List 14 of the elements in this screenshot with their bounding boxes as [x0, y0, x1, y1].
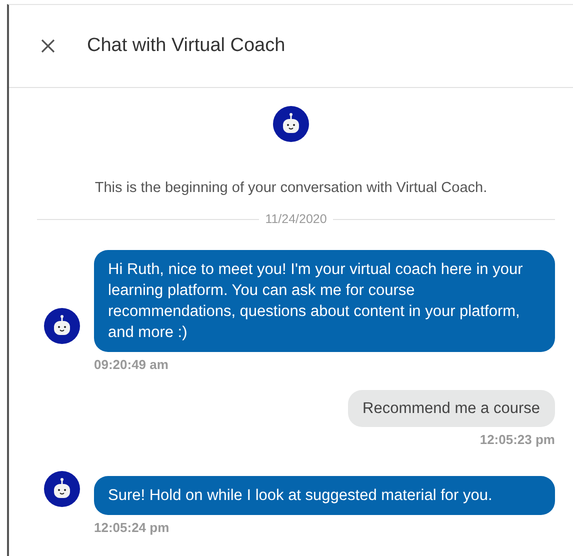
conversation-start-text: This is the beginning of your conversation with Virtual Coach. — [94, 180, 488, 196]
bot-message: Hi Ruth, nice to meet you! I'm your virtual coach here in your learning platform. You can ask me for course recommendations, questions about content in your platform, and more :) — [94, 250, 555, 352]
bot-message: Sure! Hold on while I look at suggested material for you. — [94, 476, 555, 515]
date-separator: 11/24/2020 — [265, 212, 327, 226]
message-time: 12:05:24 pm — [94, 520, 170, 535]
message-time: 12:05:23 pm — [480, 432, 555, 447]
bot-avatar-icon — [273, 106, 309, 142]
close-button[interactable] — [39, 37, 57, 55]
bot-avatar-icon — [44, 308, 80, 344]
bot-avatar-icon — [44, 471, 80, 507]
close-icon — [41, 39, 55, 53]
message-time: 09:20:49 am — [94, 357, 170, 372]
chat-title: Chat with Virtual Coach — [87, 35, 286, 57]
user-message: Recommend me a course — [348, 390, 555, 427]
